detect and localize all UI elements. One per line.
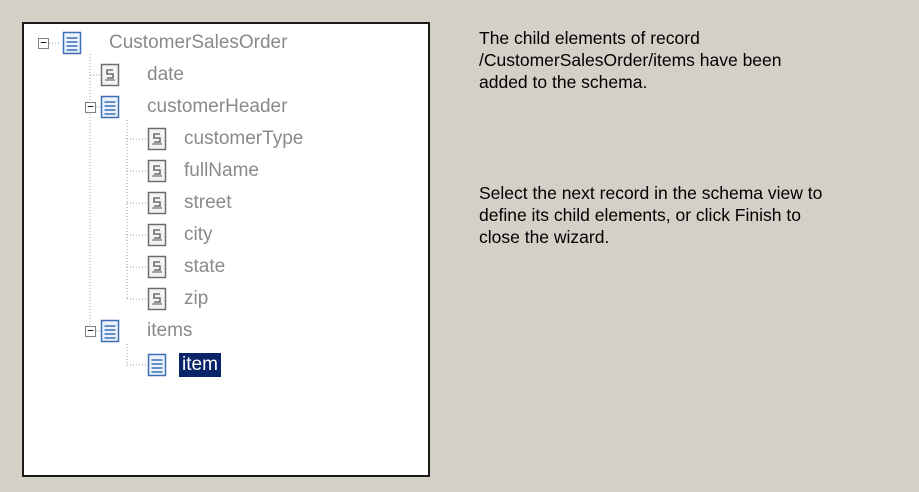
record-icon	[62, 31, 82, 55]
tree-node-fullname[interactable]: fullName	[181, 159, 262, 183]
record-icon	[100, 319, 120, 343]
tree-node-city[interactable]: city	[181, 223, 216, 247]
collapse-toggle-customersalesorder[interactable]: −	[38, 37, 49, 49]
collapse-toggle-customerheader[interactable]: −	[85, 101, 96, 113]
tree-node-items[interactable]: items	[144, 319, 195, 343]
schema-wizard-panel: − − − CustomerSalesOrder date customerHe…	[0, 0, 919, 492]
field-icon	[147, 255, 167, 279]
tree-node-state[interactable]: state	[181, 255, 228, 279]
tree-node-customertype[interactable]: customerType	[181, 127, 306, 151]
field-icon	[147, 159, 167, 183]
tree-node-customersalesorder[interactable]: CustomerSalesOrder	[106, 31, 290, 55]
field-icon	[147, 223, 167, 247]
schema-tree-view[interactable]: − − − CustomerSalesOrder date customerHe…	[22, 22, 430, 477]
tree-node-item[interactable]: item	[179, 353, 221, 377]
tree-connector-lines	[49, 42, 147, 366]
tree-node-date[interactable]: date	[144, 63, 187, 87]
record-icon	[147, 353, 167, 377]
instruction-message: Select the next record in the schema vie…	[479, 183, 823, 247]
tree-node-customerheader[interactable]: customerHeader	[144, 95, 290, 119]
record-icon	[100, 95, 120, 119]
tree-node-zip[interactable]: zip	[181, 287, 211, 311]
status-message: The child elements of record /CustomerSa…	[479, 28, 782, 92]
tree-node-street[interactable]: street	[181, 191, 235, 215]
field-icon	[147, 287, 167, 311]
field-icon	[147, 127, 167, 151]
field-icon	[147, 191, 167, 215]
field-icon	[100, 63, 120, 87]
collapse-toggle-items[interactable]: −	[85, 325, 96, 337]
